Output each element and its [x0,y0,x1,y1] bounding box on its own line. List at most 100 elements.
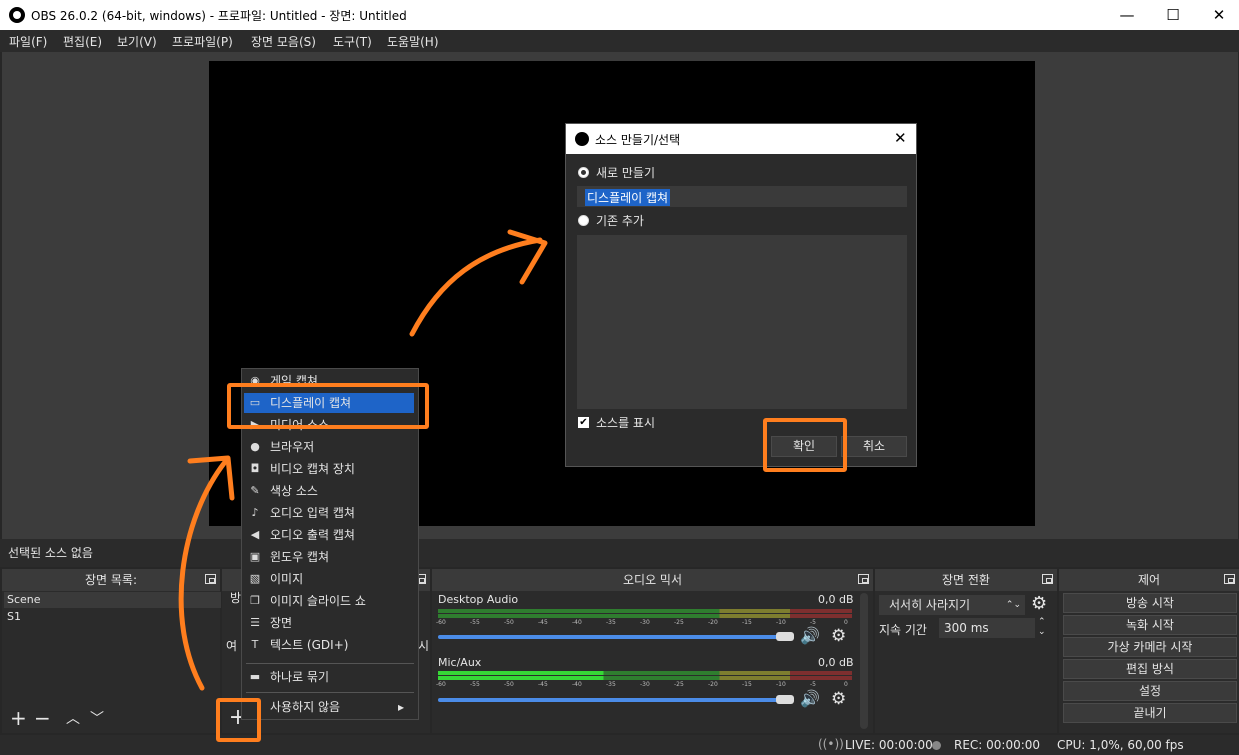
menu-item-source[interactable]: ◀ 오디오 출력 캡쳐 [244,525,414,545]
float-dock-icon[interactable] [205,574,216,584]
menu-item-group[interactable]: ▬ 하나로 묶기 [244,667,414,687]
menu-bar: 파일(F) 편집(E) 보기(V) 프로파일(P) 장면 모음(S) 도구(T)… [0,30,1239,52]
add-scene-icon[interactable]: + [10,706,27,730]
remove-scene-icon[interactable]: − [34,706,51,730]
minimize-button[interactable]: — [1104,0,1150,30]
menu-item-label: 텍스트 (GDI+) [270,638,349,652]
menu-separator [246,692,414,693]
meter-tick: -25 [674,681,684,688]
menu-item-source[interactable]: ♪ 오디오 입력 캡쳐 [244,503,414,523]
controls-header: 제어 [1059,569,1239,591]
menu-tools[interactable]: 도구(T) [333,33,372,50]
menu-item-label: 하나로 묶기 [270,670,330,684]
meter-tick: -55 [470,681,480,688]
move-up-icon[interactable]: ︿ [66,708,80,728]
scenes-header-label: 장면 목록: [84,573,138,587]
controls-dock: 제어 방송 시작 녹화 시작 가상 카메라 시작 편집 방식 설정 끝내기 [1059,569,1239,733]
menu-help[interactable]: 도움말(H) [387,33,439,50]
menu-item-source[interactable]: ◘ 비디오 캡쳐 장치 [244,459,414,479]
visible-label: 소스를 표시 [596,416,656,430]
move-down-icon[interactable]: ﹀ [90,708,104,728]
gear-icon[interactable]: ⚙ [831,626,846,646]
close-window-button[interactable]: ✕ [1196,0,1239,30]
record-dot-icon [932,741,941,750]
duration-input[interactable]: 300 ms [939,618,1035,638]
volume-slider-knob[interactable] [776,695,794,704]
speaker-icon: ◀ [250,528,260,541]
gear-icon[interactable]: ⚙ [1031,593,1047,614]
meter-tick: -50 [504,619,514,626]
menu-item-label: 비디오 캡쳐 장치 [270,462,355,476]
volume-meter [438,614,852,618]
duration-stepper-icon[interactable]: ⌃ ⌄ [1038,617,1046,637]
menu-item-source[interactable]: T 텍스트 (GDI+) [244,635,414,655]
source-name-input[interactable]: 디스플레이 캡쳐 [577,186,907,207]
start-streaming-button[interactable]: 방송 시작 [1063,593,1237,613]
speaker-icon[interactable]: 🔊 [800,689,820,708]
start-virtual-camera-button[interactable]: 가상 카메라 시작 [1063,637,1237,657]
channel-name: Mic/Aux [438,656,482,669]
meter-tick: -20 [708,681,718,688]
close-icon[interactable]: ✕ [894,129,907,147]
settings-button[interactable]: 설정 [1063,681,1237,701]
float-dock-icon[interactable] [1042,574,1053,584]
mixer-scrollbar[interactable] [860,593,868,729]
start-recording-button[interactable]: 녹화 시작 [1063,615,1237,635]
menu-profile[interactable]: 프로파일(P) [172,33,233,50]
add-existing-radio[interactable] [578,215,589,226]
sources-hint-text: 방 [230,591,242,605]
globe-icon: ● [250,440,260,453]
rec-timer: REC: 00:00:00 [954,738,1041,752]
meter-tick: -40 [572,681,582,688]
scene-item[interactable]: Scene [4,592,221,608]
float-dock-icon[interactable] [1224,574,1235,584]
meter-ticks: -60 -55 -50 -45 -40 -35 -30 -25 -20 -15 -10 -5 0 [436,619,856,627]
menu-file[interactable]: 파일(F) [9,33,47,50]
menu-edit[interactable]: 편집(E) [63,33,102,50]
menu-item-source[interactable]: ▧ 이미지 [244,569,414,589]
menu-item-label: 오디오 입력 캡쳐 [270,506,355,520]
sources-hint-text: 여 [226,639,238,653]
list-icon: ☰ [250,616,260,629]
menu-item-deprecated[interactable]: 사용하지 않음 ▸ [244,697,414,717]
menu-scene-collection[interactable]: 장면 모음(S) [251,33,316,50]
gear-icon[interactable]: ⚙ [831,689,846,709]
create-new-radio[interactable] [578,167,589,178]
mixer-header-label: 오디오 믹서 [622,573,682,587]
menu-item-label: 윈도우 캡쳐 [270,550,330,564]
existing-sources-list[interactable] [577,235,907,409]
studio-mode-button[interactable]: 편집 방식 [1063,659,1237,679]
meter-ticks: -60 -55 -50 -45 -40 -35 -30 -25 -20 -15 -10 -5 0 [436,681,856,689]
meter-tick: 0 [844,681,848,688]
transition-select[interactable]: 서서히 사라지기 ⌃⌄ [879,595,1025,615]
menu-item-source[interactable]: ❐ 이미지 슬라이드 쇼 [244,591,414,611]
cancel-button[interactable]: 취소 [841,436,907,457]
brush-icon: ✎ [250,484,260,497]
float-dock-icon[interactable] [858,574,869,584]
volume-slider-knob[interactable] [776,632,794,641]
highlight-add-button [216,698,261,742]
title-bar: OBS 26.0.2 (64-bit, windows) - 프로파일: Unt… [0,0,1239,30]
menu-item-source[interactable]: ☰ 장면 [244,613,414,633]
mixer-header: 오디오 믹서 [432,569,873,591]
meter-tick: -60 [436,681,446,688]
scene-item[interactable]: S1 [4,609,221,625]
volume-slider[interactable] [438,635,778,639]
maximize-button[interactable]: ☐ [1150,0,1196,30]
volume-slider[interactable] [438,698,778,702]
slideshow-icon: ❐ [250,594,260,607]
menu-item-source[interactable]: ▣ 윈도우 캡쳐 [244,547,414,567]
meter-tick: -15 [742,681,752,688]
menu-view[interactable]: 보기(V) [117,33,157,50]
image-icon: ▧ [249,572,261,585]
visible-checkbox[interactable]: ✔ [578,417,589,428]
window-title: OBS 26.0.2 (64-bit, windows) - 프로파일: Unt… [31,9,407,23]
exit-button[interactable]: 끝내기 [1063,703,1237,723]
menu-item-source[interactable]: ● 브라우저 [244,437,414,457]
meter-tick: 0 [844,619,848,626]
speaker-icon[interactable]: 🔊 [800,626,820,645]
menu-item-label: 색상 소스 [270,484,318,498]
meter-tick: -10 [776,619,786,626]
menu-item-source[interactable]: ✎ 색상 소스 [244,481,414,501]
obs-logo-icon [575,132,589,146]
